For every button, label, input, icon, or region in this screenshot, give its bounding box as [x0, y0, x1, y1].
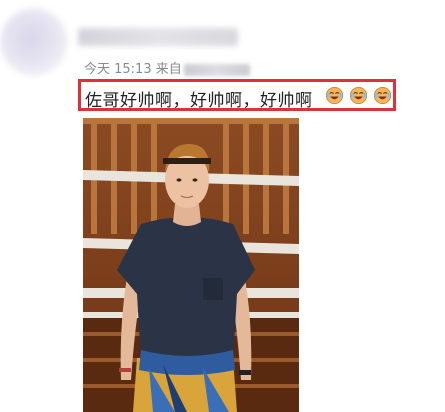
- attached-photo[interactable]: [83, 118, 299, 412]
- source-prefix: 来自: [155, 62, 182, 77]
- crying-laughing-emoji-icon: [325, 86, 344, 105]
- photo-image: [83, 118, 299, 412]
- username-blurred[interactable]: [78, 28, 238, 46]
- crying-laughing-emoji-icon: [373, 86, 392, 105]
- comment-screenshot: 今天 15:13 来自 佐哥好帅啊，好帅啊，好帅啊: [0, 0, 445, 412]
- timestamp: 今天 15:13: [84, 62, 152, 77]
- comment-text: 佐哥好帅啊，好帅啊，好帅啊: [85, 91, 313, 111]
- highlighted-comment: 佐哥好帅啊，好帅啊，好帅啊: [78, 79, 396, 111]
- crying-laughing-emoji-icon: [349, 86, 368, 105]
- avatar[interactable]: [0, 8, 68, 76]
- source-blurred: [183, 63, 250, 76]
- post-meta: 今天 15:13 来自: [84, 58, 250, 77]
